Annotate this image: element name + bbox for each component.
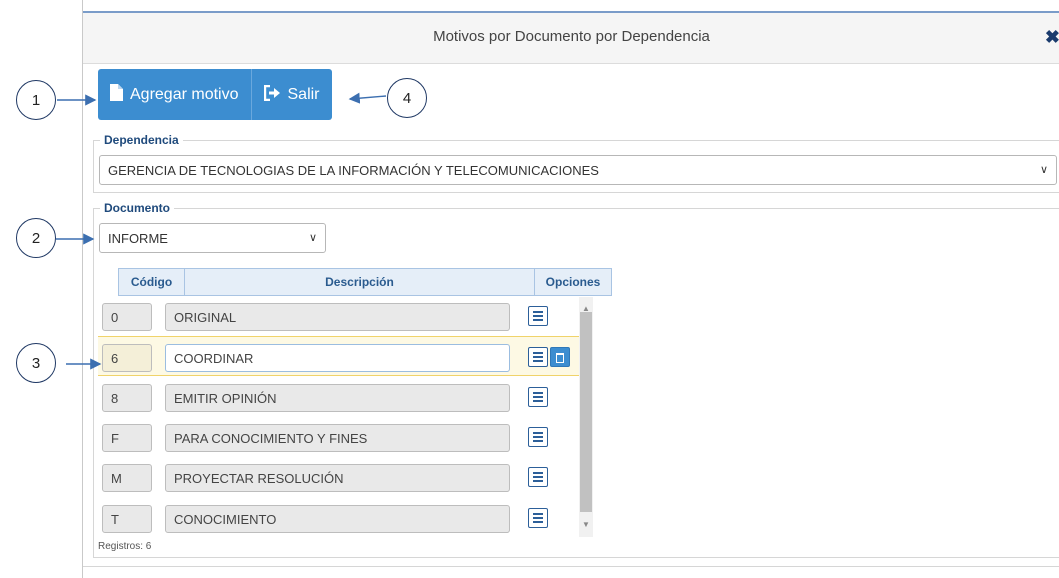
annotation-arrows: [56, 92, 387, 370]
annotation-1: 1: [16, 80, 56, 120]
annotation-2: 2: [16, 218, 56, 258]
annotation-3: 3: [16, 343, 56, 383]
annotation-4: 4: [387, 78, 427, 118]
